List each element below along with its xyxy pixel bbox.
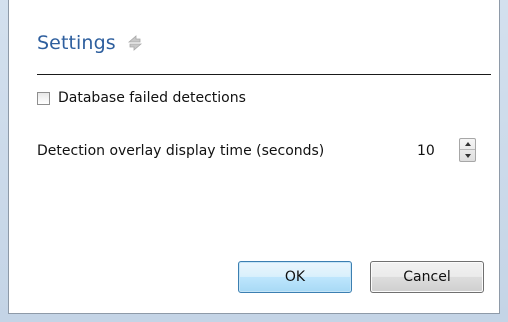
- spinner-buttons: [459, 138, 476, 162]
- ok-button[interactable]: OK: [238, 261, 352, 293]
- header-divider: [37, 74, 491, 75]
- window-frame: Settings Database failed detections Dete…: [0, 0, 508, 322]
- refresh-icon[interactable]: [125, 33, 145, 53]
- database-failed-detections-checkbox[interactable]: [37, 91, 50, 105]
- settings-header: Settings: [37, 32, 145, 54]
- chevron-down-icon: [464, 153, 471, 158]
- settings-title: Settings: [37, 32, 116, 54]
- cancel-button[interactable]: Cancel: [370, 261, 484, 293]
- chevron-up-icon: [464, 142, 471, 146]
- database-failed-detections-label: Database failed detections: [58, 90, 246, 106]
- overlay-display-time-label: Detection overlay display time (seconds): [37, 143, 325, 159]
- settings-dialog: Settings Database failed detections Dete…: [8, 0, 500, 314]
- overlay-display-time-input[interactable]: [409, 135, 465, 167]
- spin-down-button[interactable]: [460, 150, 475, 161]
- overlay-display-time-spinner: [409, 135, 483, 167]
- spin-up-button[interactable]: [460, 139, 475, 150]
- database-failed-detections-row: Database failed detections: [37, 90, 246, 106]
